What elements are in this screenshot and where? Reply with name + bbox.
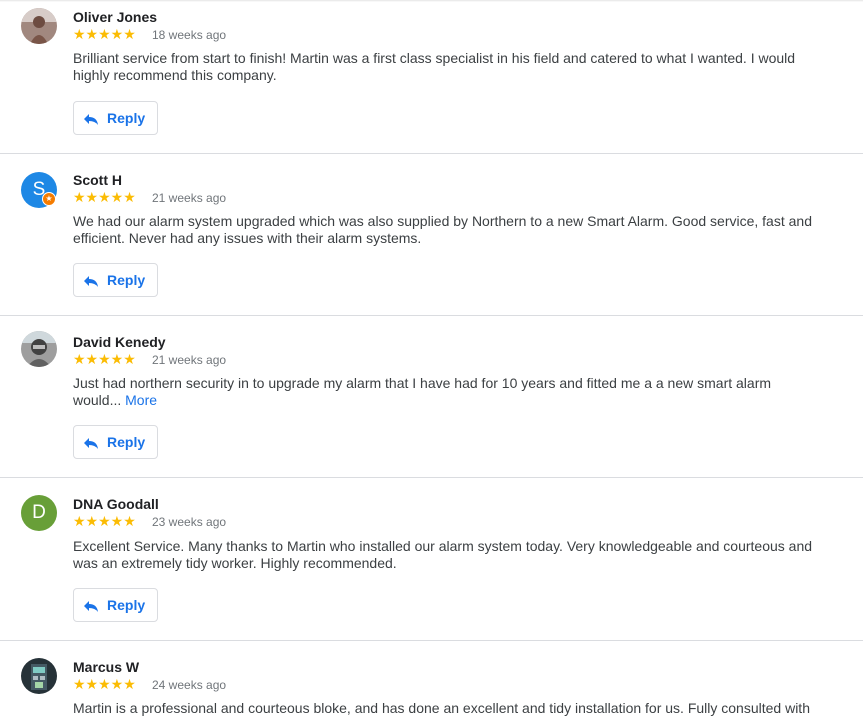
reply-icon — [84, 601, 98, 612]
review-item: D DNA Goodall ★★★★★ 23 weeks ago Excelle… — [0, 478, 863, 641]
more-link[interactable]: More — [125, 392, 157, 408]
star-rating: ★★★★★ — [73, 26, 136, 42]
reply-label: Reply — [107, 597, 146, 613]
reply-label: Reply — [107, 110, 146, 126]
review-time: 21 weeks ago — [152, 191, 227, 205]
star-rating: ★★★★★ — [73, 189, 136, 205]
reply-button[interactable]: Reply — [73, 263, 158, 297]
review-item: Oliver Jones ★★★★★ 18 weeks ago Brillian… — [0, 0, 863, 154]
review-text: We had our alarm system upgraded which w… — [73, 213, 823, 247]
review-time: 18 weeks ago — [152, 28, 227, 42]
reply-button[interactable]: Reply — [73, 588, 158, 622]
reviews-list: Oliver Jones ★★★★★ 18 weeks ago Brillian… — [0, 0, 863, 718]
review-text: Martin is a professional and courteous b… — [73, 700, 823, 717]
review-text: Excellent Service. Many thanks to Martin… — [73, 538, 823, 572]
star-rating: ★★★★★ — [73, 351, 136, 367]
review-item: Marcus W ★★★★★ 24 weeks ago Martin is a … — [0, 641, 863, 718]
review-text-body: Brilliant service from start to finish! … — [73, 50, 796, 83]
review-time: 21 weeks ago — [152, 353, 227, 367]
review-text-body: Excellent Service. Many thanks to Martin… — [73, 538, 813, 571]
avatar-letter: D — [32, 502, 46, 523]
review-time: 23 weeks ago — [152, 515, 227, 529]
star-rating: ★★★★★ — [73, 676, 136, 692]
avatar[interactable] — [21, 658, 57, 694]
profile-photo-icon — [21, 8, 57, 44]
reply-icon — [84, 276, 98, 287]
avatar[interactable] — [21, 8, 57, 44]
profile-photo-icon — [21, 331, 57, 367]
profile-photo-icon — [21, 658, 57, 694]
review-time: 24 weeks ago — [152, 678, 227, 692]
reply-button[interactable]: Reply — [73, 101, 158, 135]
avatar[interactable] — [21, 331, 57, 367]
reviewer-name[interactable]: DNA Goodall — [73, 496, 159, 512]
review-text-body: Martin is a professional and courteous b… — [73, 700, 810, 716]
review-text-body: We had our alarm system upgraded which w… — [73, 213, 812, 246]
star-rating: ★★★★★ — [73, 513, 136, 529]
reply-label: Reply — [107, 434, 146, 450]
reviewer-name[interactable]: Oliver Jones — [73, 9, 157, 25]
reply-icon — [84, 438, 98, 449]
review-text-body: Just had northern security in to upgrade… — [73, 375, 772, 408]
reply-icon — [84, 114, 98, 125]
review-text: Brilliant service from start to finish! … — [73, 50, 823, 84]
review-item: David Kenedy ★★★★★ 21 weeks ago Just had… — [0, 316, 863, 478]
reviewer-name[interactable]: Marcus W — [73, 659, 139, 675]
reply-label: Reply — [107, 272, 146, 288]
local-guide-icon: ★ — [42, 192, 56, 206]
reviewer-name[interactable]: Scott H — [73, 172, 122, 188]
review-text: Just had northern security in to upgrade… — [73, 375, 823, 409]
reply-button[interactable]: Reply — [73, 425, 158, 459]
review-item: S ★ Scott H ★★★★★ 21 weeks ago We had ou… — [0, 154, 863, 316]
reviewer-name[interactable]: David Kenedy — [73, 334, 166, 350]
avatar[interactable]: D — [21, 495, 57, 531]
